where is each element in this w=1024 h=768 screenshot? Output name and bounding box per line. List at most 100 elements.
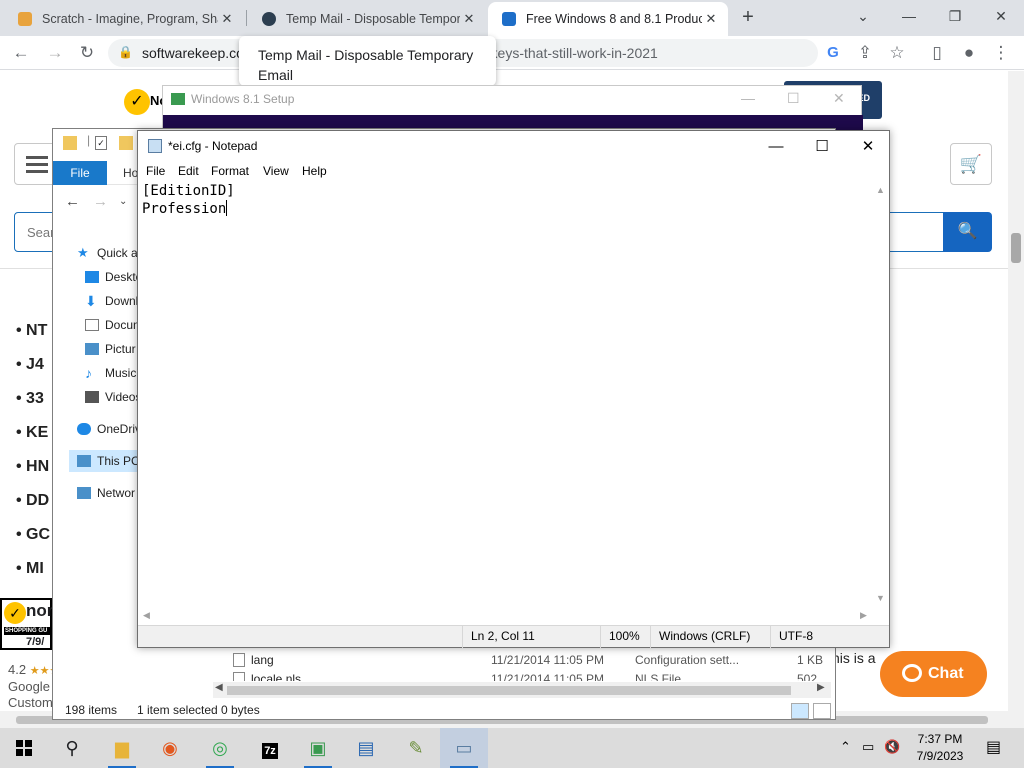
- menu-bar-icon: [26, 170, 48, 173]
- start-button[interactable]: [0, 728, 48, 768]
- network-icon: [77, 487, 91, 499]
- menu-edit[interactable]: Edit: [178, 164, 199, 178]
- notepad-vertical-scrollbar[interactable]: ▲ ▼: [872, 183, 889, 607]
- nav-quick-access[interactable]: ★ Quick a: [77, 242, 138, 264]
- ribbon-file-tab[interactable]: File: [53, 161, 107, 185]
- file-row[interactable]: locale.nls 11/21/2014 11:05 PM NLS File …: [231, 671, 835, 681]
- list-item: • MI: [16, 560, 44, 577]
- notepad-horizontal-scrollbar[interactable]: ◀ ▶: [138, 607, 889, 624]
- notepad-text-area[interactable]: [EditionID] Profession: [142, 182, 871, 606]
- chat-button[interactable]: Chat: [880, 651, 987, 697]
- nav-downloads[interactable]: ⬇ Downl: [85, 290, 138, 312]
- cloud-icon: [77, 423, 91, 435]
- norton-shopping-badge[interactable]: ✓ nor SHOPPING GU 7/9/: [0, 598, 53, 650]
- browser-close-icon[interactable]: ✕: [986, 4, 1016, 28]
- large-icons-view-icon[interactable]: [813, 703, 831, 719]
- tab-close-icon[interactable]: ✕: [460, 11, 478, 27]
- scroll-down-icon[interactable]: ▼: [876, 593, 885, 603]
- file-explorer-icon[interactable]: ▆: [98, 728, 146, 768]
- explorer-scroll-thumb[interactable]: [227, 686, 791, 695]
- setup-minimize-button[interactable]: —: [741, 90, 755, 106]
- properties-icon[interactable]: ✓: [95, 136, 107, 150]
- tab-close-icon[interactable]: ✕: [702, 11, 720, 27]
- 7zip-label: 7z: [262, 743, 278, 759]
- firefox-icon[interactable]: ◉: [146, 728, 194, 768]
- network-status-icon[interactable]: ▭: [862, 739, 874, 755]
- action-center-icon[interactable]: ▤: [986, 737, 1001, 757]
- scroll-right-icon[interactable]: ▶: [817, 682, 825, 693]
- setup-icon[interactable]: ▣: [294, 728, 342, 768]
- tab-scratch[interactable]: Scratch - Imagine, Program, Shar ✕: [4, 2, 244, 36]
- new-folder-icon[interactable]: [119, 136, 133, 150]
- tab-separator: [246, 10, 247, 26]
- sidepanel-icon[interactable]: ▯: [924, 40, 950, 66]
- menu-help[interactable]: Help: [302, 164, 327, 178]
- 7zip-icon[interactable]: 7z: [246, 728, 294, 768]
- lock-icon[interactable]: 🔒: [118, 45, 133, 59]
- menu-file[interactable]: File: [146, 164, 165, 178]
- browser-restore-icon[interactable]: ❐: [940, 4, 970, 28]
- explorer-recent-chevron-icon[interactable]: ⌄: [119, 196, 127, 207]
- notepad-maximize-button[interactable]: ☐: [799, 133, 845, 161]
- browser-minimize-icon[interactable]: —: [894, 4, 924, 28]
- nav-desktop[interactable]: Deskto: [85, 266, 142, 288]
- cart-button[interactable]: 🛒: [950, 143, 992, 185]
- scroll-left-icon[interactable]: ◀: [215, 682, 223, 693]
- scroll-right-icon[interactable]: ▶: [860, 610, 867, 621]
- nav-onedrive[interactable]: OneDriv: [77, 418, 141, 440]
- chat-label: Chat: [928, 665, 964, 682]
- norton-check-icon: ✓: [4, 602, 26, 624]
- network-app-icon[interactable]: ▤: [342, 728, 390, 768]
- paint-icon[interactable]: ✎: [392, 728, 440, 768]
- windows-setup-window[interactable]: Windows 8.1 Setup — ☐ ✕: [162, 85, 863, 131]
- search-icon[interactable]: ⚲: [48, 728, 96, 768]
- file-date: 11/21/2014 11:05 PM: [491, 672, 604, 681]
- volume-muted-icon[interactable]: 🔇: [884, 739, 900, 755]
- nav-videos[interactable]: Videos: [85, 386, 141, 408]
- setup-close-button[interactable]: ✕: [833, 90, 845, 107]
- scroll-left-icon[interactable]: ◀: [143, 610, 150, 621]
- profile-icon[interactable]: ●: [956, 40, 982, 66]
- status-zoom: 100%: [600, 626, 652, 648]
- forward-icon[interactable]: →: [42, 40, 68, 66]
- back-icon[interactable]: ←: [8, 40, 34, 66]
- scroll-up-icon[interactable]: ▲: [876, 185, 885, 195]
- notepad-minimize-button[interactable]: —: [753, 133, 799, 161]
- system-clock[interactable]: 7:37 PM 7/9/2023: [900, 731, 980, 765]
- text-line-2: Profession: [142, 201, 227, 217]
- details-view-icon[interactable]: [791, 703, 809, 719]
- nav-documents[interactable]: Docum: [85, 314, 143, 336]
- explorer-forward-icon[interactable]: →: [93, 193, 108, 210]
- site-search-button[interactable]: 🔍: [943, 212, 992, 252]
- share-icon[interactable]: ⇪: [852, 40, 878, 66]
- page-scrollbar-thumb[interactable]: [1011, 233, 1021, 263]
- nav-music[interactable]: ♪ Music: [85, 362, 136, 384]
- kebab-menu-icon[interactable]: ⋮: [988, 40, 1014, 66]
- notepad-close-button[interactable]: ✕: [845, 133, 891, 161]
- nav-pictures[interactable]: Pictur: [85, 338, 136, 360]
- menu-format[interactable]: Format: [211, 164, 249, 178]
- nav-network[interactable]: Networ: [77, 482, 135, 504]
- tab-free-windows[interactable]: Free Windows 8 and 8.1 Product ✕: [488, 2, 728, 36]
- tab-temp-mail[interactable]: Temp Mail - Disposable Tempora ✕: [248, 2, 486, 36]
- new-tab-button[interactable]: +: [736, 6, 760, 29]
- notepad-status-bar: Ln 2, Col 11 100% Windows (CRLF) UTF-8: [138, 625, 889, 648]
- notepad-icon[interactable]: ▭: [440, 728, 488, 768]
- notepad-window[interactable]: *ei.cfg - Notepad — ☐ ✕ File Edit Format…: [137, 130, 890, 648]
- file-row[interactable]: lang 11/21/2014 11:05 PM Configuration s…: [231, 650, 835, 670]
- explorer-horizontal-scrollbar[interactable]: ◀ ▶: [213, 682, 831, 698]
- star-icon[interactable]: ☆: [884, 40, 910, 66]
- text-caret: [226, 200, 228, 216]
- google-icon[interactable]: G: [820, 40, 846, 66]
- page-scrollbar[interactable]: [1008, 71, 1024, 728]
- nav-this-pc[interactable]: This PC: [69, 450, 140, 472]
- tray-chevron-icon[interactable]: ⌃: [840, 739, 851, 755]
- explorer-back-icon[interactable]: ←: [65, 193, 80, 210]
- chrome-icon[interactable]: ◎: [196, 728, 244, 768]
- setup-maximize-button[interactable]: ☐: [787, 90, 800, 107]
- tab-close-icon[interactable]: ✕: [218, 11, 236, 27]
- menu-view[interactable]: View: [263, 164, 289, 178]
- status-selection: 1 item selected: [137, 703, 218, 717]
- reload-icon[interactable]: ↻: [74, 40, 100, 66]
- tab-search-chevron-icon[interactable]: ⌄: [848, 4, 878, 28]
